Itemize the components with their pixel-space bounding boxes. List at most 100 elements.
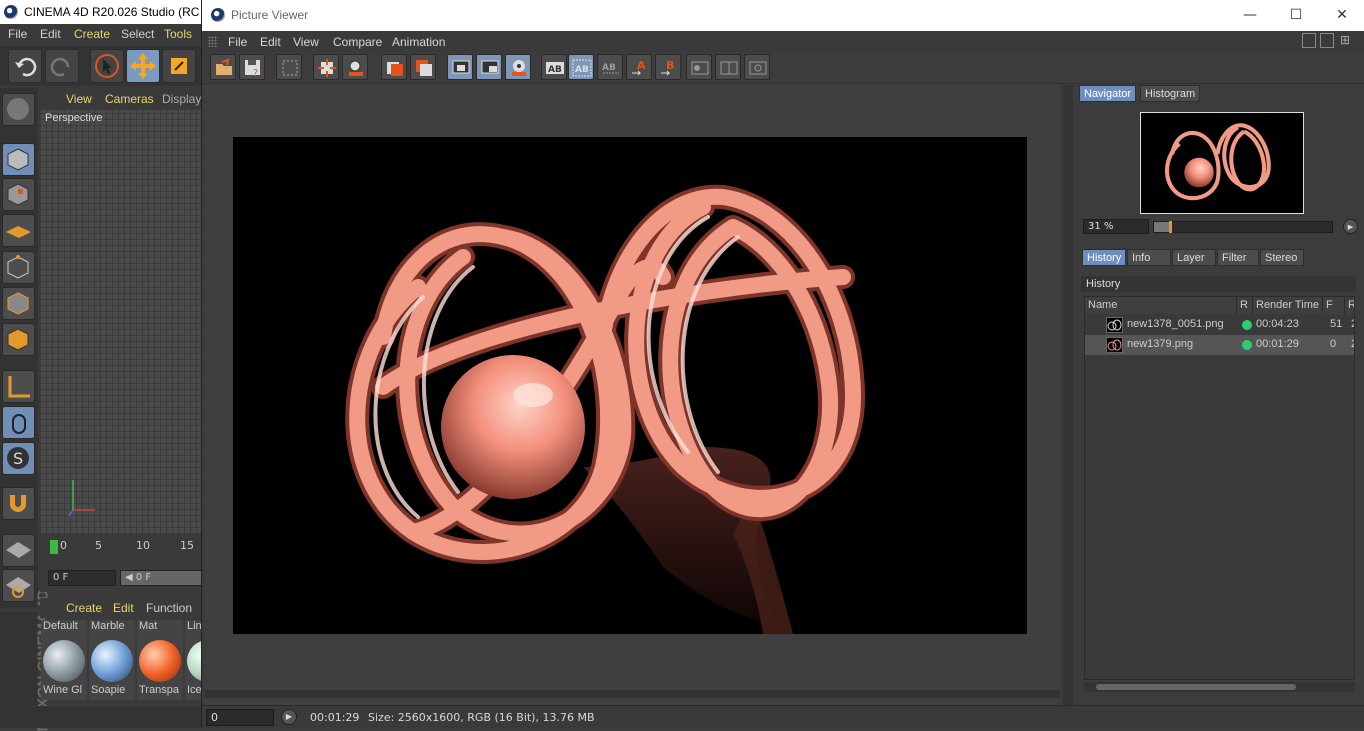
render-region-button[interactable] (381, 54, 407, 80)
zoom-slider-knob[interactable] (1169, 221, 1172, 233)
viewport-menu-cameras[interactable]: Cameras (105, 92, 154, 106)
material-swatch[interactable]: Mat Transpa (137, 620, 183, 700)
material-menu-create[interactable]: Create (66, 601, 102, 615)
live-selection-button[interactable] (90, 49, 124, 83)
main-menu-tools[interactable]: Tools (164, 27, 192, 41)
workplane-button[interactable] (2, 214, 35, 247)
timeline-marker[interactable] (50, 540, 58, 554)
render-all-button[interactable] (410, 54, 436, 80)
minimize-button[interactable]: — (1227, 0, 1273, 31)
set-a-button[interactable]: A (626, 54, 652, 80)
viewer-menu-compare[interactable]: Compare (333, 35, 382, 49)
material-menu-edit[interactable]: Edit (113, 601, 134, 615)
live-selection-icon (95, 54, 119, 78)
column-header-r2[interactable]: R (1345, 297, 1354, 314)
row-render-time: 00:04:23 (1256, 318, 1299, 330)
layout-expand-icon[interactable] (1320, 33, 1334, 48)
fit-button[interactable] (313, 54, 339, 80)
history-row[interactable]: new1378_0051.png 00:04:23 51 2 (1085, 315, 1354, 335)
viewer-menu-edit[interactable]: Edit (260, 35, 281, 49)
viewer-menu-animation[interactable]: Animation (392, 35, 445, 49)
compare-mode-button[interactable] (715, 54, 741, 80)
tweak-mode-button[interactable] (2, 406, 35, 439)
zoom-input[interactable]: 31 % (1083, 219, 1149, 234)
timeline-ruler[interactable]: 0 5 10 15 (40, 536, 210, 564)
ab-split-text: AB (575, 65, 589, 75)
column-header-f[interactable]: F (1323, 297, 1345, 314)
maximize-button[interactable]: ☐ (1273, 0, 1319, 31)
polygons-cube-icon (7, 328, 29, 351)
viewer-menu-view[interactable]: View (293, 35, 319, 49)
view-compare-button[interactable] (505, 54, 531, 80)
column-header-name[interactable]: Name (1085, 297, 1237, 314)
ab-diff-button[interactable]: AB (597, 54, 623, 80)
view-fullscreen-button[interactable] (476, 54, 502, 80)
history-horizontal-scrollbar[interactable] (1084, 682, 1355, 692)
save-as-button[interactable]: ? (239, 54, 265, 80)
viewer-menu-file[interactable]: File (228, 35, 247, 49)
zoom-button[interactable] (342, 54, 368, 80)
scrollbar-thumb[interactable] (1096, 684, 1296, 690)
zoom-slider[interactable] (1153, 221, 1333, 233)
layout-split-icon[interactable] (1302, 33, 1316, 48)
main-menu-create[interactable]: Create (74, 27, 110, 41)
material-name: Marble (91, 620, 125, 632)
workplane-axis-button[interactable] (2, 569, 35, 602)
scale-tool-button[interactable] (162, 49, 196, 83)
layout-grid-icon[interactable]: ⊞ (1340, 33, 1354, 48)
main-menu-file[interactable]: File (8, 27, 27, 41)
dotted-grid-icon (282, 60, 298, 76)
magnet-button[interactable] (2, 487, 35, 520)
texture-mode-button[interactable] (2, 178, 35, 211)
globe-tool-button[interactable] (2, 93, 35, 126)
tab-filter[interactable]: Filter (1217, 249, 1259, 266)
frame-number-input[interactable]: 0 (206, 709, 274, 726)
tab-navigator[interactable]: Navigator (1079, 85, 1137, 102)
redo-button[interactable] (45, 49, 79, 83)
viewport-label: Perspective (45, 112, 103, 124)
tab-histogram[interactable]: Histogram (1140, 85, 1201, 102)
current-frame-field[interactable]: 0 F (48, 570, 116, 586)
tab-stereo[interactable]: Stereo (1260, 249, 1304, 266)
tab-info[interactable]: Info (1127, 249, 1171, 266)
perspective-viewport[interactable]: Perspective (40, 110, 210, 534)
workplane-lock-button[interactable] (2, 534, 35, 567)
compare-diff-button[interactable] (744, 54, 770, 80)
image-canvas[interactable] (205, 85, 1060, 705)
polygons-mode-button[interactable] (2, 323, 35, 356)
ab-compare-button[interactable]: AB (541, 54, 567, 80)
canvas-vertical-scrollbar[interactable] (1063, 85, 1073, 705)
canvas-horizontal-scrollbar[interactable] (205, 690, 1060, 698)
viewport-menu-display[interactable]: Display (162, 92, 201, 106)
tab-history[interactable]: History (1082, 249, 1127, 266)
snap-button[interactable]: S (2, 442, 35, 475)
material-swatch[interactable]: Marble Soapie (89, 620, 135, 700)
viewport-menu-view[interactable]: View (66, 92, 92, 106)
undo-button[interactable] (8, 49, 42, 83)
set-b-button[interactable]: B (655, 54, 681, 80)
column-header-render-time[interactable]: Render Time (1253, 297, 1323, 314)
min-frame-field[interactable]: ◀ 0 F (120, 570, 210, 586)
swap-ab-button[interactable] (686, 54, 712, 80)
material-menu-function[interactable]: Function (146, 601, 192, 615)
tab-layer[interactable]: Layer (1172, 249, 1216, 266)
column-header-r[interactable]: R (1237, 297, 1253, 314)
close-button[interactable]: ✕ (1319, 0, 1364, 31)
open-button[interactable] (210, 54, 236, 80)
history-row[interactable]: new1379.png 00:01:29 0 2 (1085, 335, 1354, 355)
ab-split-button[interactable]: AB (568, 54, 594, 80)
play-button[interactable]: ▶ (281, 709, 297, 725)
axis-mode-button[interactable] (2, 370, 35, 403)
points-mode-button[interactable] (2, 251, 35, 284)
view-single-button[interactable] (447, 54, 473, 80)
zoom-play-button[interactable]: ▶ (1343, 219, 1358, 234)
filter-button[interactable] (276, 54, 302, 80)
main-menu-select[interactable]: Select (121, 27, 154, 41)
edges-mode-button[interactable] (2, 287, 35, 320)
material-swatch[interactable]: Default Wine Gl (41, 620, 87, 700)
move-tool-button[interactable] (126, 49, 160, 83)
main-menu-edit[interactable]: Edit (40, 27, 61, 41)
row-frame: 51 (1330, 318, 1343, 330)
navigator-thumbnail[interactable] (1140, 112, 1304, 214)
model-mode-button[interactable] (2, 143, 35, 176)
